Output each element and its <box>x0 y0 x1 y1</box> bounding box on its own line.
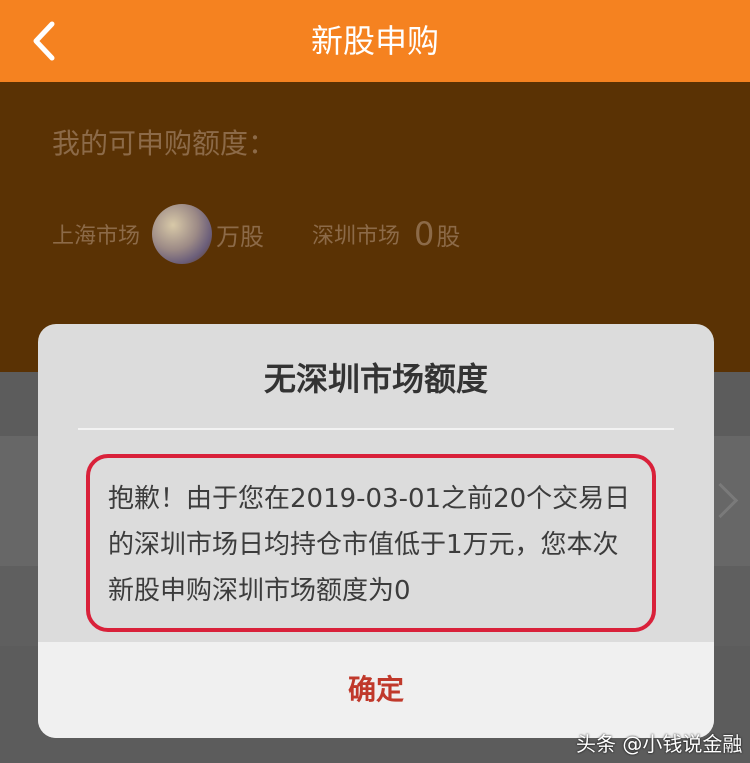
shanghai-quota-value-blurred <box>152 204 213 264</box>
dialog-footer: 确定 <box>38 642 714 738</box>
shenzhen-quota-unit: 股 <box>436 222 461 251</box>
dialog-title: 无深圳市场额度 <box>263 360 488 398</box>
confirm-button[interactable]: 确定 <box>38 642 714 738</box>
shenzhen-market-label: 深圳市场 <box>312 224 401 249</box>
market-quota-row: 上海市场 万股 深圳市场 0 股 <box>52 204 461 264</box>
app-header: 新股申购 <box>0 0 750 82</box>
shenzhen-quota-value: 0 <box>414 215 435 253</box>
shanghai-market-label: 上海市场 <box>52 224 141 249</box>
alert-dialog: 无深圳市场额度 抱歉！由于您在2019-03-01之前20个交易日的深圳市场日均… <box>38 324 714 738</box>
highlighted-message-box: 抱歉！由于您在2019-03-01之前20个交易日的深圳市场日均持仓市值低于1万… <box>86 454 656 632</box>
shanghai-quota-unit: 万股 <box>216 222 265 251</box>
watermark: 头条 @小钱说金融 <box>576 732 743 756</box>
quota-title: 我的可申购额度： <box>52 127 277 160</box>
dialog-divider <box>78 428 674 430</box>
page-title: 新股申购 <box>310 22 439 60</box>
dialog-message: 抱歉！由于您在2019-03-01之前20个交易日的深圳市场日均持仓市值低于1万… <box>108 484 631 606</box>
